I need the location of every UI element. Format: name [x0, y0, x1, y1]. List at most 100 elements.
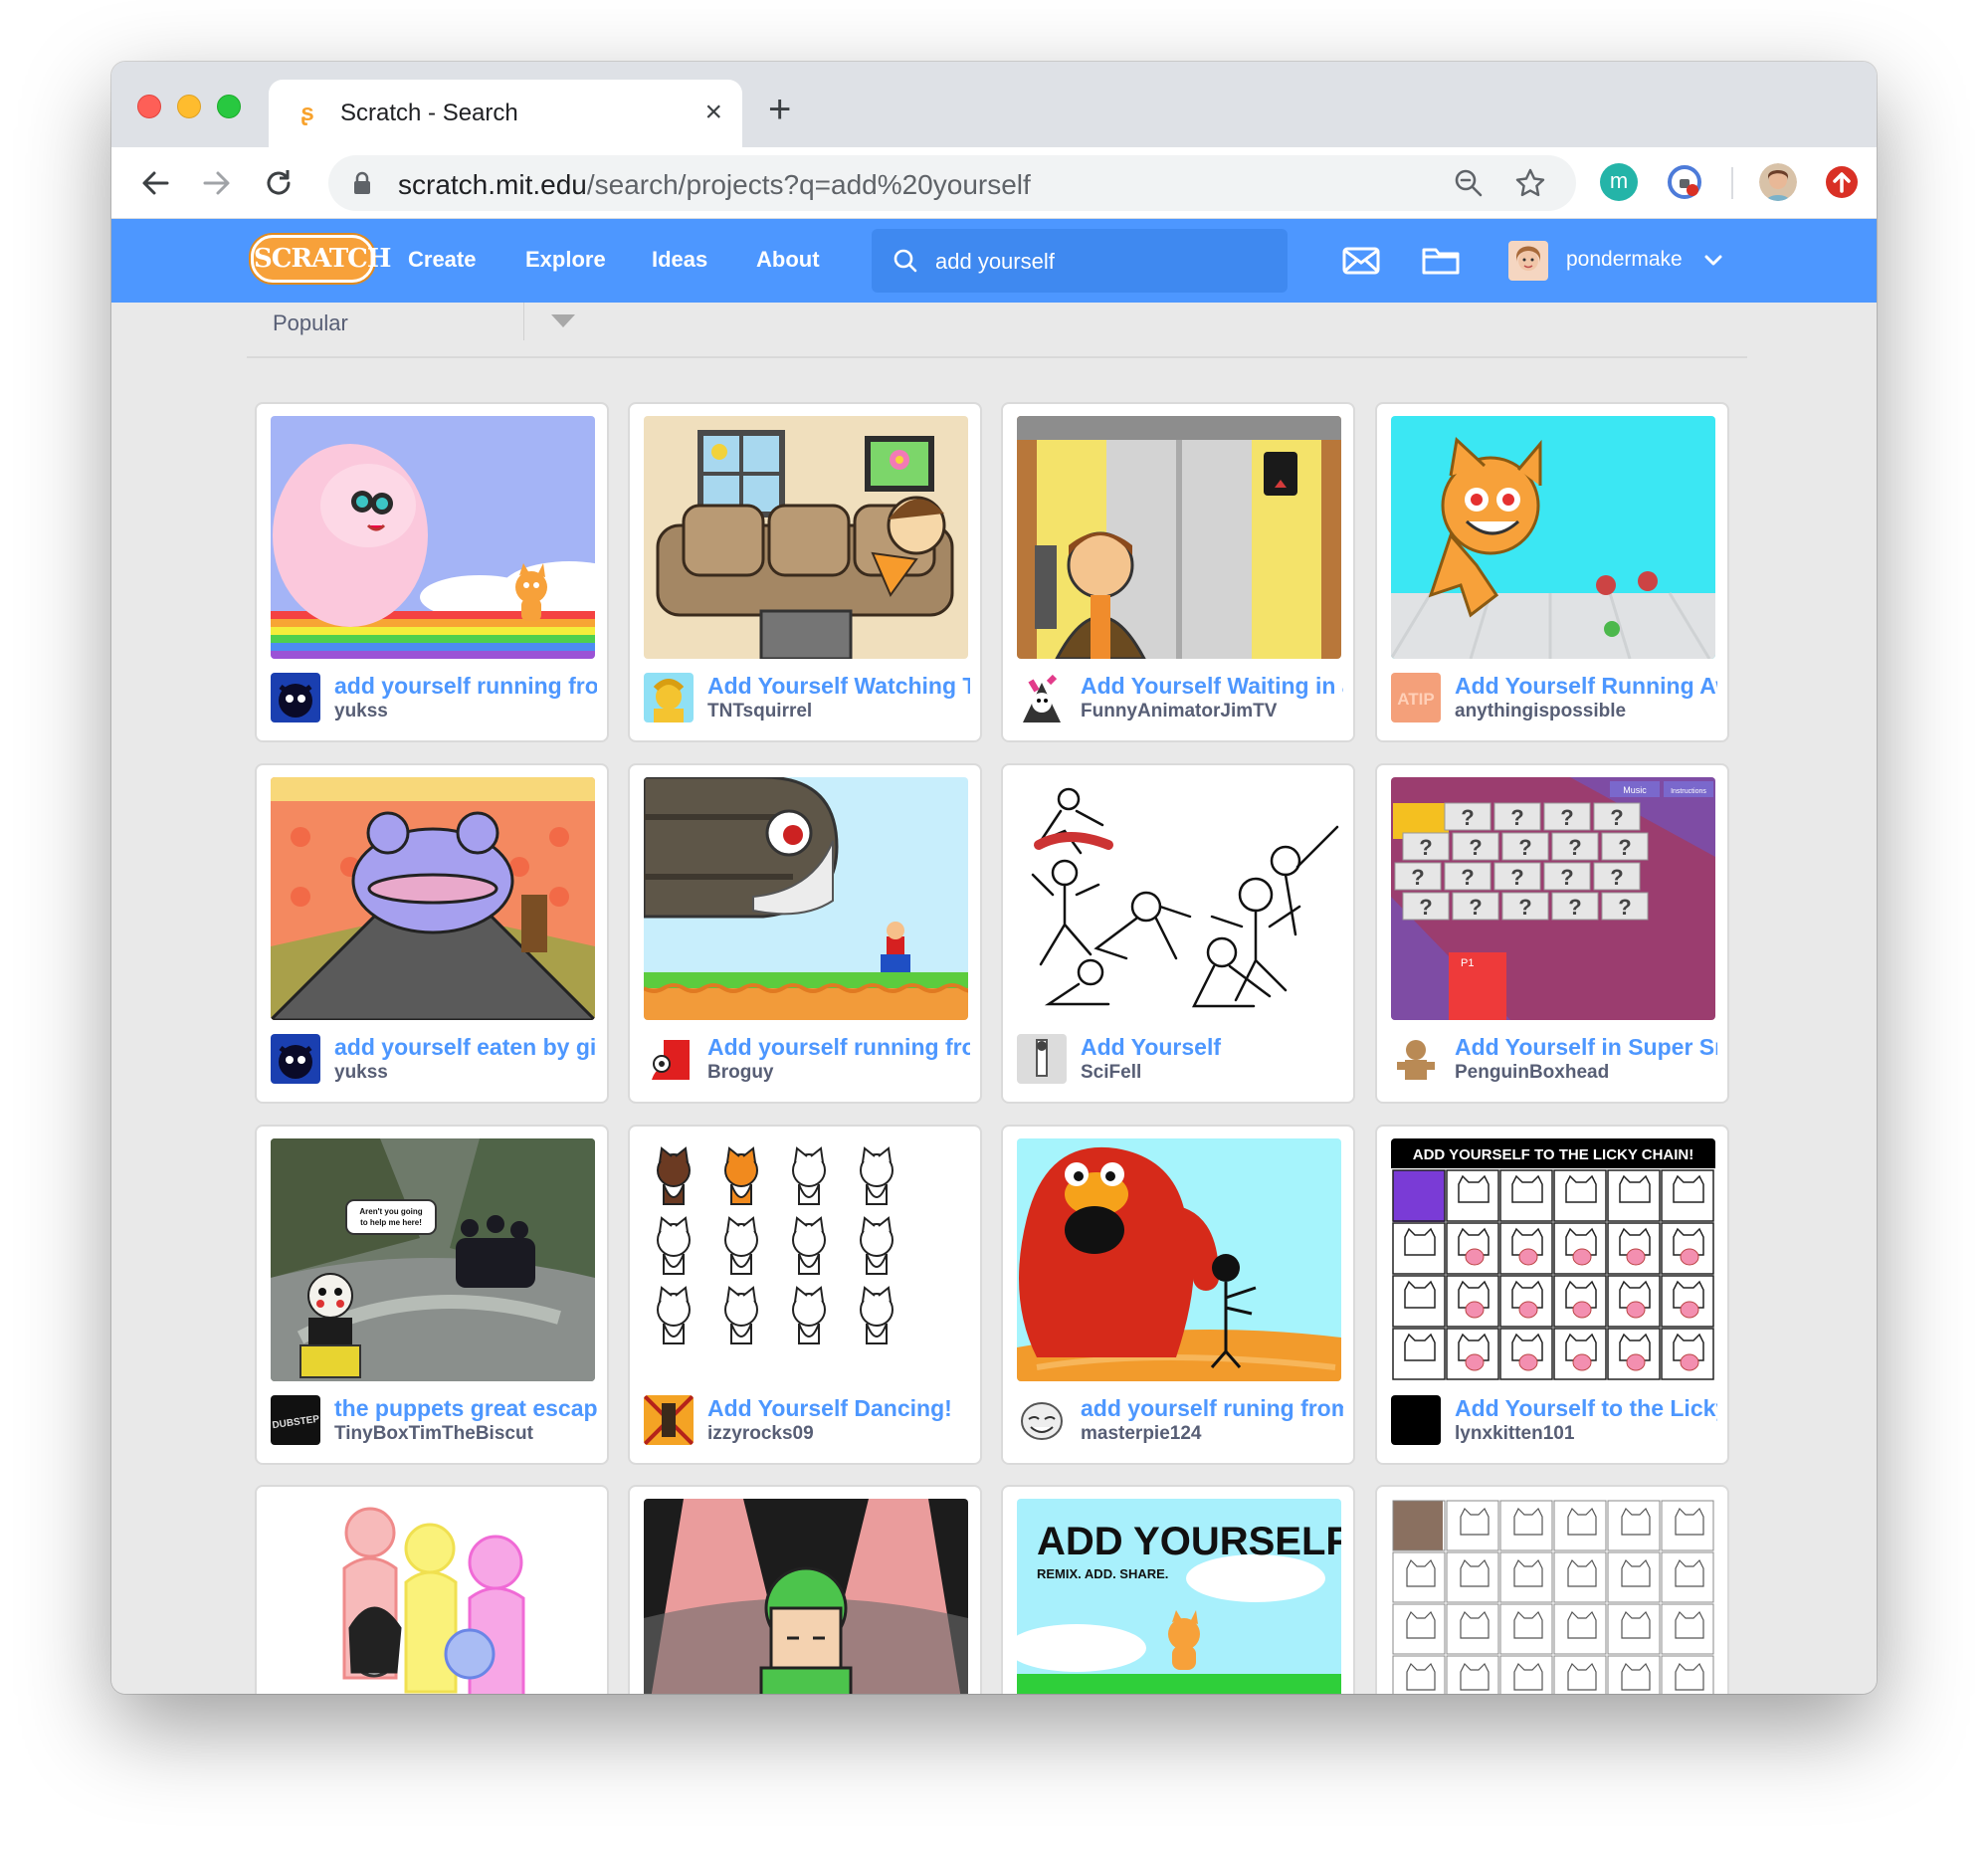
- project-title[interactable]: Add Yourself Dancing!: [707, 1395, 970, 1425]
- nav-create[interactable]: Create: [408, 247, 476, 273]
- project-thumbnail[interactable]: [1017, 416, 1341, 659]
- project-thumbnail[interactable]: [644, 1499, 968, 1694]
- address-bar[interactable]: scratch.mit.edu/search/projects?q=add%20…: [328, 155, 1576, 211]
- project-card[interactable]: Add yourself running from bullet bill Br…: [628, 763, 982, 1104]
- project-title[interactable]: Add Yourself Watching TV: [707, 673, 970, 703]
- zoom-icon[interactable]: [1453, 167, 1485, 199]
- project-title[interactable]: Add Yourself in Super Smash: [1455, 1034, 1717, 1064]
- project-author[interactable]: izzyrocks09: [707, 1423, 814, 1445]
- author-avatar[interactable]: [271, 673, 320, 722]
- project-thumbnail[interactable]: [1017, 1138, 1341, 1381]
- username[interactable]: pondermake: [1566, 248, 1683, 272]
- project-title[interactable]: the puppets great escape: [334, 1395, 597, 1425]
- user-avatar[interactable]: [1508, 241, 1548, 281]
- search-field[interactable]: add yourself: [872, 229, 1288, 293]
- project-thumbnail[interactable]: [1017, 777, 1341, 1020]
- project-card[interactable]: Add Yourself Dancing! izzyrocks09: [628, 1125, 982, 1465]
- search-input[interactable]: add yourself: [935, 249, 1055, 275]
- project-card[interactable]: [255, 1485, 609, 1694]
- author-avatar[interactable]: [1017, 673, 1067, 722]
- project-thumbnail[interactable]: Aren't you going to help me here!: [271, 1138, 595, 1381]
- reload-icon[interactable]: [261, 165, 297, 201]
- author-avatar[interactable]: ATIP: [1391, 673, 1441, 722]
- project-card[interactable]: Aren't you going to help me here! DUBSTE…: [255, 1125, 609, 1465]
- author-avatar[interactable]: [1391, 1395, 1441, 1445]
- project-author[interactable]: yukss: [334, 701, 388, 722]
- forward-arrow-icon[interactable]: [199, 165, 235, 201]
- author-avatar[interactable]: [1017, 1034, 1067, 1084]
- project-author[interactable]: TinyBoxTimTheBiscut: [334, 1423, 533, 1445]
- project-thumbnail[interactable]: [271, 777, 595, 1020]
- new-tab-plus-icon[interactable]: +: [768, 90, 791, 129]
- project-card[interactable]: Add Yourself Waiting in an Elevator Funn…: [1001, 402, 1355, 742]
- project-thumbnail[interactable]: [644, 416, 968, 659]
- author-avatar[interactable]: [644, 1034, 694, 1084]
- project-thumbnail[interactable]: [644, 777, 968, 1020]
- project-thumbnail[interactable]: [644, 1138, 968, 1381]
- back-arrow-icon[interactable]: [137, 165, 173, 201]
- scratch-logo[interactable]: SCRATCH: [251, 235, 391, 283]
- extension-lock-badge-icon[interactable]: [1666, 163, 1703, 201]
- nav-about[interactable]: About: [756, 247, 820, 273]
- project-thumbnail[interactable]: Music Instructions P1 ??????????????????…: [1391, 777, 1715, 1020]
- project-author[interactable]: PenguinBoxhead: [1455, 1062, 1609, 1084]
- my-stuff-folder-icon[interactable]: [1421, 245, 1461, 277]
- project-title[interactable]: add yourself runing from elmo: [1081, 1395, 1343, 1425]
- update-arrow-icon[interactable]: [1823, 163, 1861, 201]
- project-card[interactable]: ADD YOURSELF TO THE LICKY CHAIN! Add You…: [1375, 1125, 1729, 1465]
- project-thumbnail[interactable]: ADD YOURSELF TO THE LICKY CHAIN!: [1391, 1138, 1715, 1381]
- profile-avatar-icon[interactable]: [1759, 163, 1797, 201]
- project-card[interactable]: Music Instructions P1 ??????????????????…: [1375, 763, 1729, 1104]
- project-title[interactable]: Add yourself running from bullet bill: [707, 1034, 970, 1064]
- window-minimize-button[interactable]: [177, 95, 201, 118]
- project-thumbnail[interactable]: [1391, 416, 1715, 659]
- project-author[interactable]: SciFell: [1081, 1062, 1141, 1084]
- project-thumbnail[interactable]: [271, 1499, 595, 1694]
- project-author[interactable]: FunnyAnimatorJimTV: [1081, 701, 1277, 722]
- project-title[interactable]: add yourself running from a fluffy unico…: [334, 673, 597, 703]
- account-chevron-down-icon[interactable]: [1703, 253, 1723, 269]
- extension-m-icon[interactable]: m: [1600, 163, 1638, 201]
- project-card[interactable]: Add Yourself Watching TV TNTsquirrel: [628, 402, 982, 742]
- project-card[interactable]: [1375, 1485, 1729, 1694]
- dropdown-caret-icon[interactable]: [551, 314, 575, 327]
- project-author[interactable]: yukss: [334, 1062, 388, 1084]
- author-avatar[interactable]: [644, 673, 694, 722]
- project-author[interactable]: TNTsquirrel: [707, 701, 812, 722]
- url-text: scratch.mit.edu/search/projects?q=add%20…: [398, 169, 1031, 201]
- messages-envelope-icon[interactable]: [1341, 245, 1381, 277]
- project-author[interactable]: masterpie124: [1081, 1423, 1201, 1445]
- project-title[interactable]: Add Yourself: [1081, 1034, 1343, 1064]
- project-thumbnail[interactable]: [271, 416, 595, 659]
- project-author[interactable]: lynxkitten101: [1455, 1423, 1574, 1445]
- author-avatar[interactable]: [271, 1034, 320, 1084]
- project-author[interactable]: anythingispossible: [1455, 701, 1626, 722]
- project-author[interactable]: Broguy: [707, 1062, 774, 1084]
- project-title[interactable]: Add Yourself Waiting in an Elevator: [1081, 673, 1343, 703]
- author-avatar[interactable]: DUBSTEP: [271, 1395, 320, 1445]
- project-title[interactable]: Add Yourself to the Licky Chain!: [1455, 1395, 1717, 1425]
- project-card[interactable]: ADD YOURSELF REMIX. ADD. SHARE.: [1001, 1485, 1355, 1694]
- author-avatar[interactable]: [644, 1395, 694, 1445]
- bookmark-star-icon[interactable]: [1514, 167, 1546, 199]
- project-thumbnail[interactable]: [1391, 1499, 1715, 1694]
- browser-toolbar: scratch.mit.edu/search/projects?q=add%20…: [111, 147, 1877, 219]
- project-card[interactable]: add yourself running from a fluffy unico…: [255, 402, 609, 742]
- sort-select[interactable]: Popular: [273, 310, 348, 336]
- project-card[interactable]: add yourself runing from elmo masterpie1…: [1001, 1125, 1355, 1465]
- browser-tab-active[interactable]: ʂ Scratch - Search ×: [269, 80, 742, 147]
- nav-explore[interactable]: Explore: [525, 247, 606, 273]
- tab-close-icon[interactable]: ×: [704, 96, 722, 129]
- project-title[interactable]: Add Yourself Running Away: [1455, 673, 1717, 703]
- window-close-button[interactable]: [137, 95, 161, 118]
- project-card[interactable]: Add Yourself SciFell: [1001, 763, 1355, 1104]
- project-thumbnail[interactable]: ADD YOURSELF REMIX. ADD. SHARE.: [1017, 1499, 1341, 1694]
- project-card[interactable]: add yourself eaten by giant yukss: [255, 763, 609, 1104]
- author-avatar[interactable]: [1017, 1395, 1067, 1445]
- project-card[interactable]: ATIP Add Yourself Running Away anythingi…: [1375, 402, 1729, 742]
- author-avatar[interactable]: [1391, 1034, 1441, 1084]
- window-maximize-button[interactable]: [217, 95, 241, 118]
- nav-ideas[interactable]: Ideas: [652, 247, 707, 273]
- project-card[interactable]: [628, 1485, 982, 1694]
- project-title[interactable]: add yourself eaten by giant: [334, 1034, 597, 1064]
